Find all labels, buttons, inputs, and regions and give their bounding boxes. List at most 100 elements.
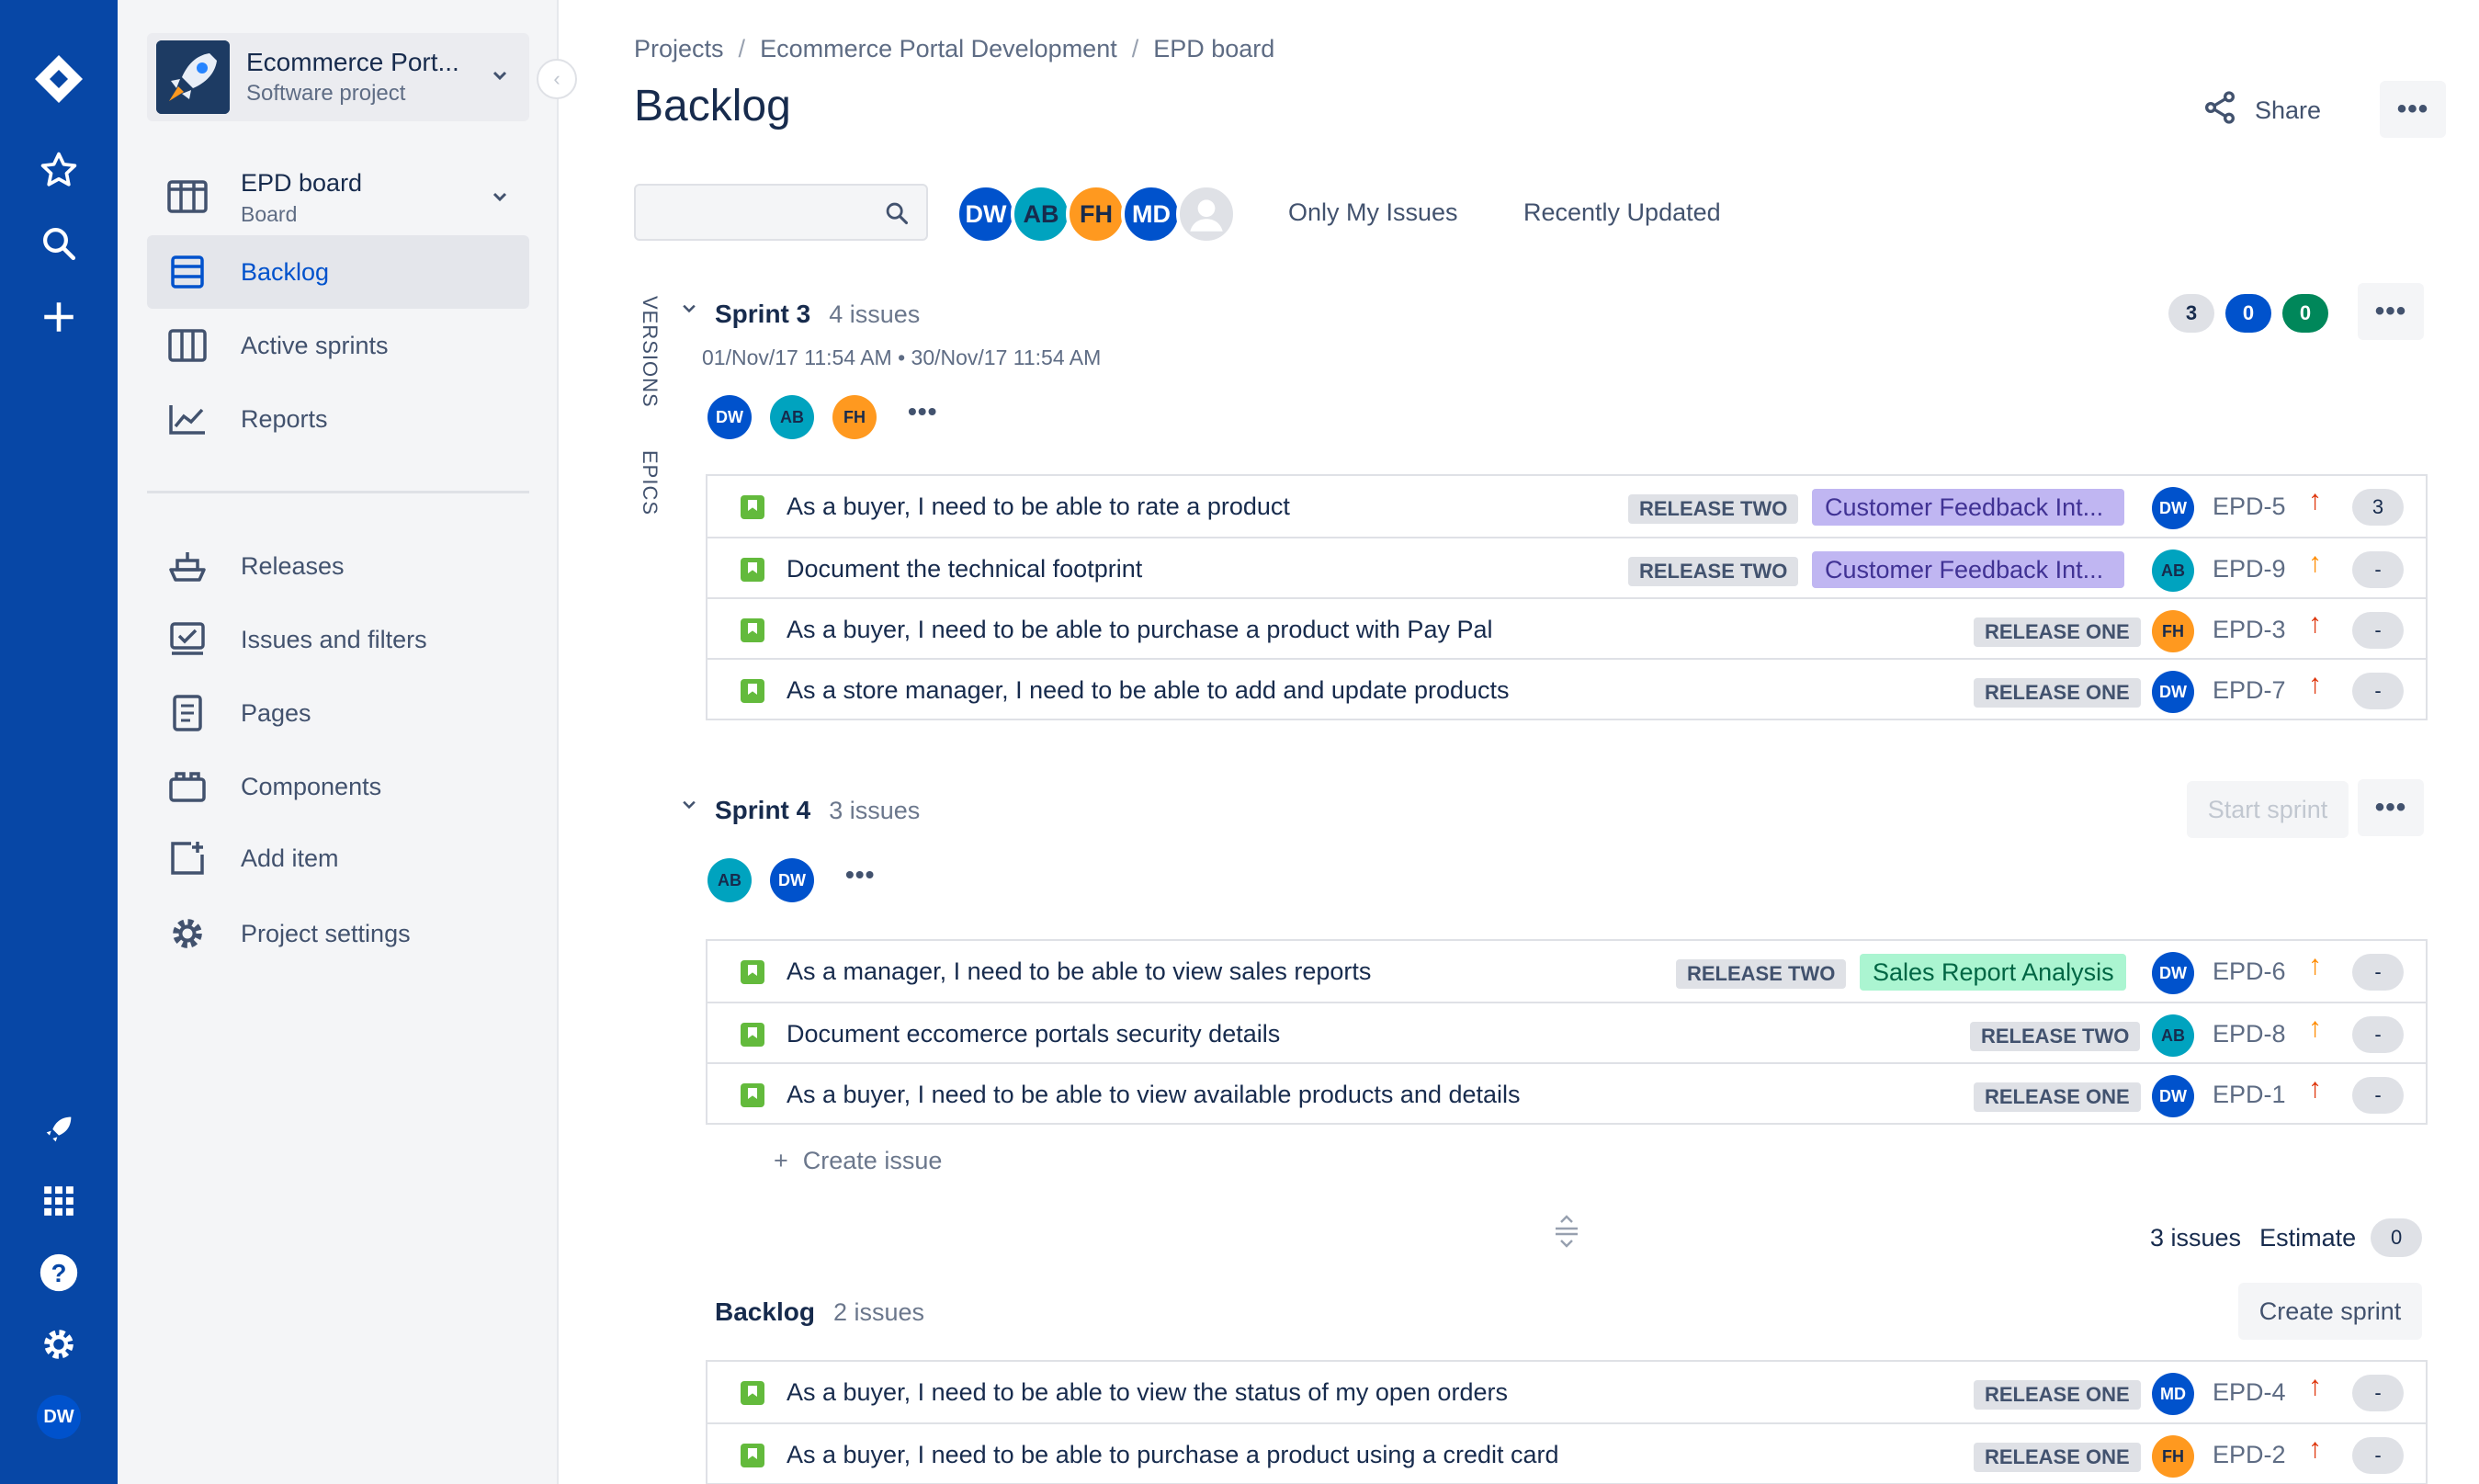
- sidebar-item-components[interactable]: Components: [147, 750, 529, 823]
- help-icon[interactable]: ?: [0, 1250, 118, 1296]
- issue-row[interactable]: As a store manager, I need to be able to…: [707, 658, 2426, 719]
- quick-filter-recently-updated[interactable]: Recently Updated: [1523, 198, 1721, 227]
- story-icon: [741, 1083, 764, 1107]
- star-icon[interactable]: [0, 147, 118, 193]
- project-switcher[interactable]: Ecommerce Port... Software project: [147, 33, 529, 121]
- chevron-down-icon[interactable]: [680, 300, 698, 323]
- sprint-assignee-avatar[interactable]: FH: [832, 395, 877, 439]
- issue-key[interactable]: EPD-3: [2213, 616, 2286, 644]
- sprint-4-header: Sprint 4 3 issues: [715, 792, 920, 829]
- sprint-assignee-avatar[interactable]: AB: [770, 395, 814, 439]
- filter-avatar-ab[interactable]: AB: [1011, 184, 1071, 244]
- drag-handle-icon[interactable]: [1553, 1215, 1580, 1252]
- sidebar-item-active-sprints[interactable]: Active sprints: [147, 309, 529, 382]
- epic-lozenge: Customer Feedback Int...: [1812, 489, 2124, 526]
- board-name: EPD board: [241, 169, 363, 197]
- priority-medium-icon: ↑: [2308, 1013, 2322, 1043]
- versions-tab[interactable]: VERSIONS: [638, 296, 662, 408]
- issues-icon: [167, 619, 208, 660]
- issue-key[interactable]: EPD-8: [2213, 1020, 2286, 1048]
- board-switcher[interactable]: EPD board Board: [147, 160, 529, 233]
- project-type: Software project: [246, 81, 406, 106]
- issue-key[interactable]: EPD-2: [2213, 1441, 2286, 1469]
- sidebar-item-issues-and-filters[interactable]: Issues and filters: [147, 603, 529, 676]
- version-lozenge: RELEASE ONE: [1974, 1380, 2141, 1410]
- version-lozenge: RELEASE TWO: [1628, 557, 1799, 586]
- share-button[interactable]: Share: [2202, 85, 2321, 136]
- page-more-button[interactable]: •••: [2380, 81, 2446, 138]
- issue-summary: As a buyer, I need to be able to view th…: [787, 1378, 1508, 1406]
- issue-key[interactable]: EPD-7: [2213, 676, 2286, 705]
- breadcrumb-project[interactable]: Ecommerce Portal Development: [760, 35, 1117, 62]
- sprint-assignee-avatar[interactable]: DW: [707, 395, 752, 439]
- chevron-down-icon[interactable]: [489, 64, 511, 91]
- issue-row[interactable]: As a buyer, I need to be able to purchas…: [707, 597, 2426, 658]
- start-sprint-button[interactable]: Start sprint: [2187, 781, 2349, 838]
- jira-logo-icon[interactable]: [0, 53, 118, 105]
- board-icon: [167, 176, 208, 217]
- epics-tab[interactable]: EPICS: [638, 450, 662, 515]
- sidebar-item-project-settings[interactable]: Project settings: [147, 897, 529, 970]
- issue-key[interactable]: EPD-9: [2213, 555, 2286, 583]
- sprint-footer-estimate-label: Estimate: [2259, 1223, 2357, 1252]
- chevron-down-icon[interactable]: [489, 186, 511, 212]
- chevron-down-icon[interactable]: [680, 796, 698, 820]
- sprint-assignees-more-button[interactable]: •••: [845, 860, 875, 889]
- sidebar-item-releases[interactable]: Releases: [147, 529, 529, 603]
- filter-avatar-md[interactable]: MD: [1121, 184, 1182, 244]
- issue-row[interactable]: Document the technical footprint RELEASE…: [707, 537, 2426, 597]
- issue-row[interactable]: As a buyer, I need to be able to rate a …: [707, 476, 2426, 537]
- issue-summary: As a buyer, I need to be able to view av…: [787, 1081, 1521, 1108]
- sprint-more-button[interactable]: •••: [2358, 779, 2424, 836]
- sidebar-item-add-item[interactable]: Add item: [147, 821, 529, 895]
- create-sprint-button[interactable]: Create sprint: [2238, 1283, 2422, 1340]
- rocket-icon[interactable]: [0, 1106, 118, 1152]
- issue-key[interactable]: EPD-1: [2213, 1081, 2286, 1109]
- sprint-3-issue-list: As a buyer, I need to be able to rate a …: [706, 474, 2428, 720]
- version-lozenge: RELEASE ONE: [1974, 678, 2141, 708]
- user-avatar[interactable]: DW: [37, 1395, 81, 1439]
- ship-icon: [167, 546, 208, 586]
- create-issue-button[interactable]: + Create issue: [774, 1147, 942, 1175]
- sprint-assignee-avatar[interactable]: AB: [707, 858, 752, 902]
- sidebar-item-label: Project settings: [241, 920, 411, 947]
- epic-lozenge: Sales Report Analysis: [1860, 954, 2126, 991]
- sprint-footer-issues: 3 issues: [2150, 1223, 2242, 1252]
- issue-row[interactable]: As a buyer, I need to be able to view th…: [707, 1362, 2426, 1422]
- search-icon[interactable]: [0, 221, 118, 266]
- project-avatar: [156, 40, 230, 114]
- sprint-assignee-avatar[interactable]: DW: [770, 858, 814, 902]
- estimate-badge: -: [2352, 1077, 2404, 1114]
- sidebar-item-reports[interactable]: Reports: [147, 382, 529, 456]
- sprint-assignees-more-button[interactable]: •••: [908, 397, 937, 426]
- chart-icon: [167, 399, 208, 439]
- assignee-avatar: DW: [2152, 952, 2194, 994]
- issue-row[interactable]: As a manager, I need to be able to view …: [707, 941, 2426, 1002]
- collapse-sidebar-button[interactable]: ‹: [537, 59, 577, 99]
- filter-avatar-dw[interactable]: DW: [956, 184, 1016, 244]
- priority-high-icon: ↑: [2308, 669, 2322, 699]
- issue-key[interactable]: EPD-4: [2213, 1378, 2286, 1407]
- priority-medium-icon: ↑: [2308, 950, 2322, 980]
- issue-row[interactable]: As a buyer, I need to be able to purchas…: [707, 1422, 2426, 1483]
- breadcrumb-projects[interactable]: Projects: [634, 35, 724, 62]
- search-input[interactable]: [634, 184, 928, 241]
- backlog-issue-list: As a buyer, I need to be able to view th…: [706, 1360, 2428, 1484]
- estimate-badge: -: [2352, 1016, 2404, 1053]
- done-count-badge: 0: [2282, 294, 2328, 333]
- plus-icon[interactable]: [0, 294, 118, 340]
- quick-filter-only-my-issues[interactable]: Only My Issues: [1288, 198, 1458, 227]
- settings-icon[interactable]: [0, 1321, 118, 1367]
- filter-avatar-fh[interactable]: FH: [1066, 184, 1126, 244]
- global-nav: ? DW: [0, 0, 118, 1484]
- sprint-more-button[interactable]: •••: [2358, 283, 2424, 340]
- issue-key[interactable]: EPD-5: [2213, 493, 2286, 521]
- issue-row[interactable]: Document eccomerce portals security deta…: [707, 1002, 2426, 1062]
- sidebar-item-backlog[interactable]: Backlog: [147, 235, 529, 309]
- unassigned-avatar-icon[interactable]: [1176, 184, 1237, 244]
- issue-row[interactable]: As a buyer, I need to be able to view av…: [707, 1062, 2426, 1123]
- app-switcher-icon[interactable]: [0, 1178, 118, 1224]
- breadcrumb-board[interactable]: EPD board: [1153, 35, 1274, 62]
- issue-key[interactable]: EPD-6: [2213, 957, 2286, 986]
- sidebar-item-pages[interactable]: Pages: [147, 676, 529, 750]
